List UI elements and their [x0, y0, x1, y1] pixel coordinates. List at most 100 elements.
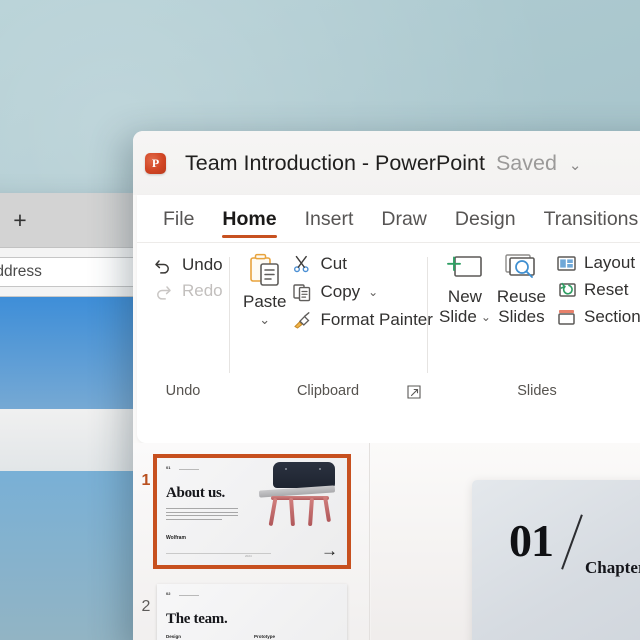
browser-tab-strip: + — [0, 193, 144, 248]
slide1-footer-mark: 2024 — [245, 554, 252, 558]
tab-file[interactable]: File — [149, 195, 208, 243]
address-input[interactable]: nter web address — [0, 257, 144, 287]
ribbon-group-slides: New Slide ⌄ Reuse Slides Layout Reset Se… — [427, 249, 640, 403]
paste-chevron-down-icon[interactable]: ⌄ — [259, 313, 270, 326]
slide2-column-prototype-heading: Prototype — [254, 634, 276, 639]
group-label-slides: Slides — [517, 383, 557, 399]
slide1-tag: 01 — [166, 465, 171, 470]
reset-slide-icon — [556, 281, 577, 300]
group-label-clipboard: Clipboard — [296, 383, 360, 399]
layout-button[interactable]: Layout ⌄ — [556, 253, 640, 273]
section-button[interactable]: Section ⌄ — [556, 307, 640, 327]
save-status-label[interactable]: Saved — [496, 151, 557, 176]
section-icon — [556, 308, 577, 327]
slide-thumbnail-2-frame[interactable]: 02 The team. Design Prototype — [157, 584, 347, 640]
new-slide-line2: Slide — [439, 307, 477, 326]
reuse-slides-line2: Slides — [498, 307, 545, 326]
ribbon-group-undo: Undo Redo Undo — [137, 249, 229, 403]
chair-leg-4 — [322, 495, 332, 523]
tab-draw[interactable]: Draw — [367, 195, 441, 243]
paste-label: Paste — [243, 292, 287, 311]
ribbon: File Home Insert Draw Design Transitions… — [137, 195, 640, 443]
format-painter-button[interactable]: Format Painter — [292, 310, 433, 330]
new-slide-plus-icon — [446, 251, 484, 285]
slide-canvas-pane[interactable]: 01 Chapter one. — [371, 443, 640, 640]
undo-button[interactable]: Undo — [153, 255, 223, 275]
cut-button[interactable]: Cut — [292, 254, 432, 274]
browser-address-bar: nter web address — [0, 248, 144, 297]
slide2-column-prototype: Prototype — [254, 634, 327, 640]
background-browser-window[interactable]: + nter web address — [0, 193, 144, 640]
chair-photo — [257, 462, 341, 528]
redo-button[interactable]: Redo — [153, 281, 223, 301]
reset-button[interactable]: Reset — [556, 280, 640, 300]
slide2-tag-rule — [179, 595, 199, 596]
clipboard-commands: Cut Copy ⌄ Format Painter — [286, 251, 433, 330]
slide-thumbnail-1[interactable]: 1 01 About us. Wolfram 2024 → — [135, 454, 351, 569]
slide-number-1: 1 — [141, 472, 151, 489]
copy-button[interactable]: Copy ⌄ — [292, 282, 432, 302]
format-painter-label: Format Painter — [320, 310, 433, 329]
scissors-icon — [292, 254, 312, 274]
document-area: 1 01 About us. Wolfram 2024 → 2 02 The t… — [133, 443, 640, 640]
reuse-slides-magnifier-icon — [502, 251, 540, 285]
undo-label: Undo — [182, 255, 223, 274]
powerpoint-window: Team Introduction - PowerPoint Saved ⌄ F… — [133, 131, 640, 640]
screen: + nter web address Team Introduction - P… — [0, 0, 640, 640]
document-title[interactable]: Team Introduction - PowerPoint — [185, 151, 485, 176]
browser-content — [0, 297, 144, 640]
slide1-title: About us. — [166, 485, 225, 501]
copy-chevron-down-icon[interactable]: ⌄ — [368, 286, 378, 298]
slide1-tag-rule — [179, 469, 199, 470]
group-label-undo: Undo — [165, 383, 201, 399]
slide1-arrow-right-icon: → — [321, 541, 338, 560]
paste-clipboard-icon — [246, 251, 284, 289]
slide2-column-design-heading: Design — [166, 634, 182, 639]
redo-arrow-icon — [153, 281, 173, 301]
redo-label: Redo — [182, 281, 223, 300]
copy-label: Copy — [320, 282, 361, 301]
slide-thumbnail-pane[interactable]: 1 01 About us. Wolfram 2024 → 2 02 The t… — [133, 443, 370, 640]
slide-number-2: 2 — [141, 598, 151, 615]
current-slide-canvas[interactable]: 01 Chapter one. — [472, 480, 640, 640]
tab-transitions[interactable]: Transitions — [530, 195, 640, 243]
chair-leg-3 — [308, 497, 314, 527]
current-slide-chapter-label: Chapter — [585, 558, 640, 577]
tab-home[interactable]: Home — [208, 195, 290, 243]
new-slide-chevron-down-icon[interactable]: ⌄ — [481, 311, 491, 323]
slide1-body-lines — [166, 508, 238, 522]
slide-thumbnail-2[interactable]: 2 02 The team. Design Prototype — [135, 584, 347, 640]
chair-rail — [271, 496, 329, 500]
slides-group-items: New Slide ⌄ Reuse Slides Layout Reset Se… — [427, 249, 640, 327]
copy-pages-icon — [292, 282, 312, 302]
ribbon-tab-bar: File Home Insert Draw Design Transitions… — [137, 195, 640, 243]
save-status-chevron-down-icon[interactable]: ⌄ — [569, 158, 582, 173]
slides-commands: Layout ⌄ — [552, 251, 640, 327]
ribbon-group-clipboard: Paste ⌄ Cut Copy ⌄ Format Painter Clipbo… — [229, 249, 433, 403]
new-tab-icon[interactable]: + — [8, 209, 32, 233]
new-slide-button[interactable]: New Slide ⌄ — [439, 251, 491, 327]
section-label: Section — [584, 307, 640, 326]
slide2-tag: 02 — [166, 591, 171, 596]
slide1-footer-rule — [166, 553, 271, 554]
tab-design[interactable]: Design — [441, 195, 530, 243]
slide-thumbnail-1-frame[interactable]: 01 About us. Wolfram 2024 → — [153, 454, 351, 569]
reuse-slides-line1: Reuse — [496, 287, 547, 306]
chair-leg-1 — [268, 497, 278, 527]
chair-dot-left — [285, 468, 287, 470]
reset-label: Reset — [584, 280, 629, 299]
tab-insert[interactable]: Insert — [291, 195, 368, 243]
browser-white-band — [0, 409, 144, 471]
current-slide-number: 01 — [509, 515, 554, 566]
browser-lower-band — [0, 471, 144, 640]
title-bar: Team Introduction - PowerPoint Saved ⌄ — [133, 131, 640, 195]
clipboard-group-items: Paste ⌄ Cut Copy ⌄ Format Painter — [229, 249, 433, 330]
reuse-slides-button[interactable]: Reuse Slides — [497, 251, 546, 327]
chair-leg-2 — [289, 497, 295, 527]
undo-arrow-icon — [153, 255, 173, 275]
ribbon-body: Undo Redo Undo Paste ⌄ Cut Copy ⌄ Format… — [137, 243, 640, 403]
slide-slash-divider — [561, 514, 583, 570]
paste-button[interactable]: Paste ⌄ — [243, 251, 286, 330]
chair-dot-right — [319, 468, 321, 470]
slide2-title: The team. — [166, 611, 228, 627]
